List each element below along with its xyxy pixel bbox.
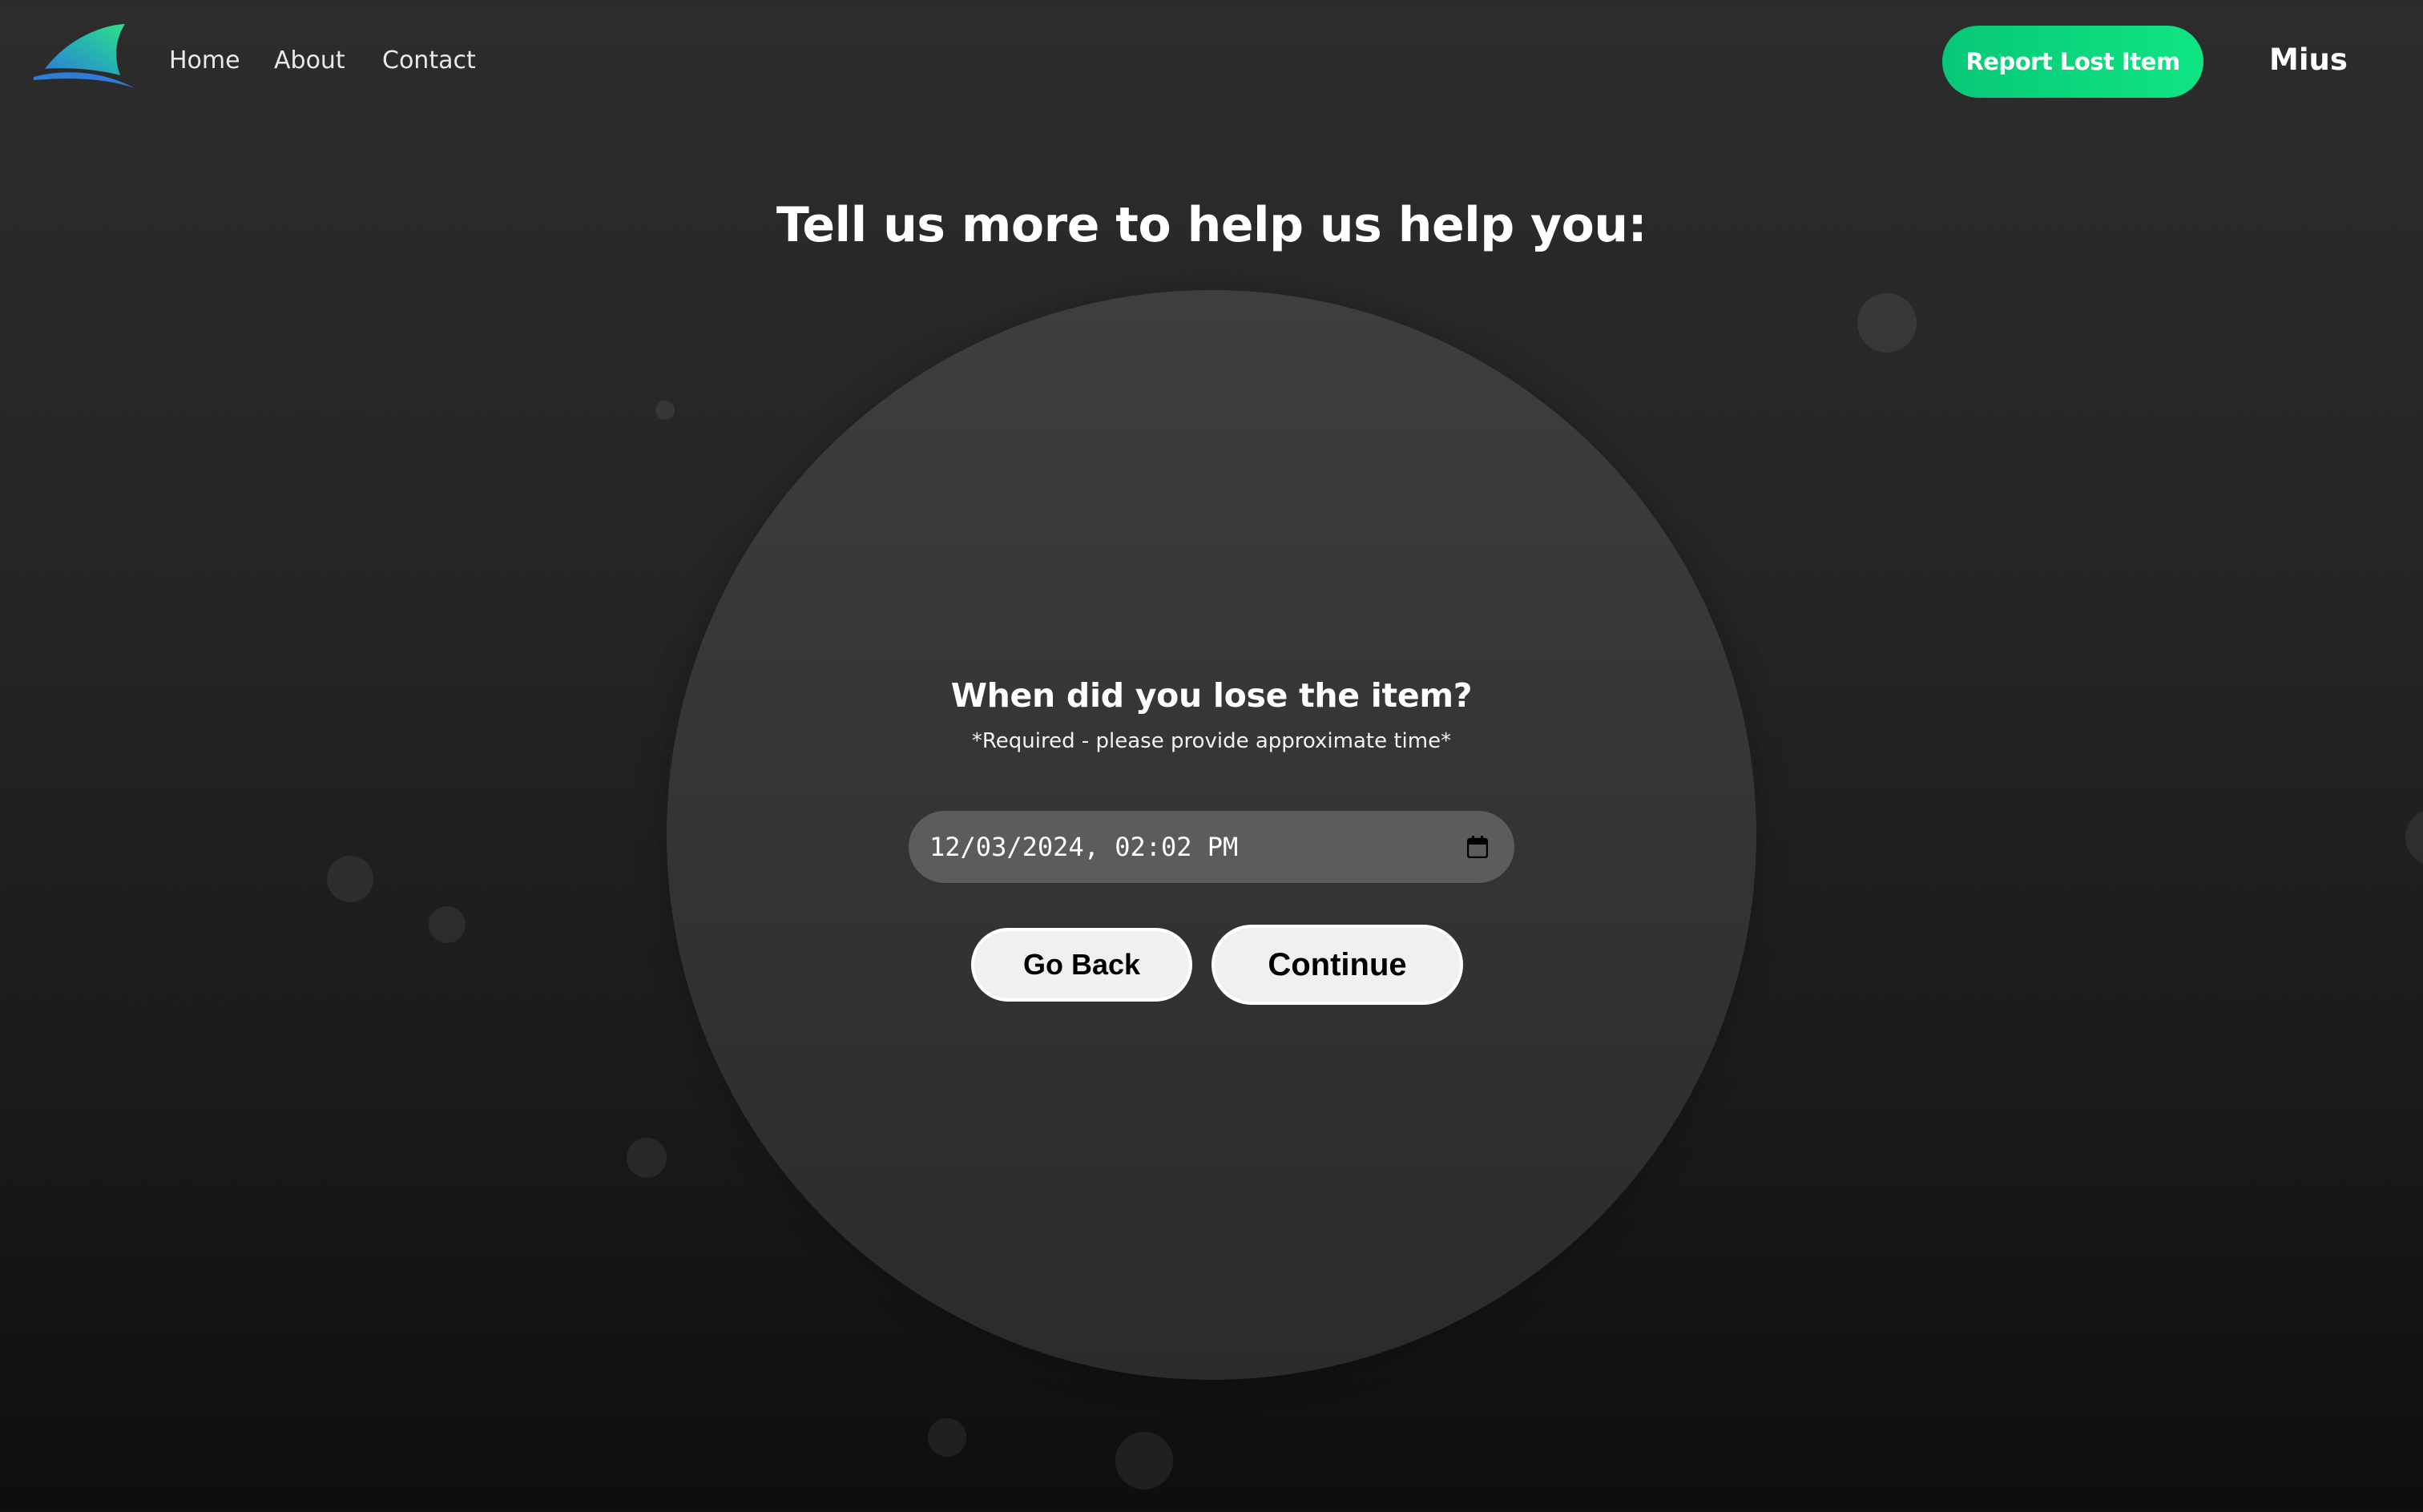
background-bubble <box>2405 809 2423 865</box>
continue-button[interactable]: Continue <box>1212 925 1463 1005</box>
nav-contact-link[interactable]: Contact <box>382 46 476 75</box>
background-bubble <box>627 1138 667 1178</box>
background-bubble <box>928 1418 966 1457</box>
page-title: Tell us more to help us help you: <box>776 197 1647 253</box>
datetime-input[interactable]: 12/03/2024, 02:02 PM <box>909 811 1514 883</box>
report-lost-item-button[interactable]: Report Lost Item <box>1942 26 2203 98</box>
nav-about-link[interactable]: About <box>274 46 345 75</box>
question-heading: When did you lose the item? <box>950 676 1473 715</box>
calendar-icon[interactable] <box>1467 836 1488 858</box>
background-bubble <box>655 401 675 420</box>
background-bubble <box>327 856 373 902</box>
datetime-value: 12/03/2024, 02:02 PM <box>929 832 1239 862</box>
shark-fin-logo[interactable] <box>30 21 138 93</box>
background-bubble <box>1115 1432 1173 1490</box>
required-note: *Required - please provide approximate t… <box>971 729 1452 753</box>
go-back-button[interactable]: Go Back <box>971 928 1192 1002</box>
navbar: Home About Contact Report Lost Item Mius <box>0 0 2423 125</box>
user-menu[interactable]: Mius <box>2269 42 2348 79</box>
background-bubble <box>1857 293 1917 353</box>
nav-home-link[interactable]: Home <box>169 46 240 75</box>
background-bubble <box>429 906 466 943</box>
